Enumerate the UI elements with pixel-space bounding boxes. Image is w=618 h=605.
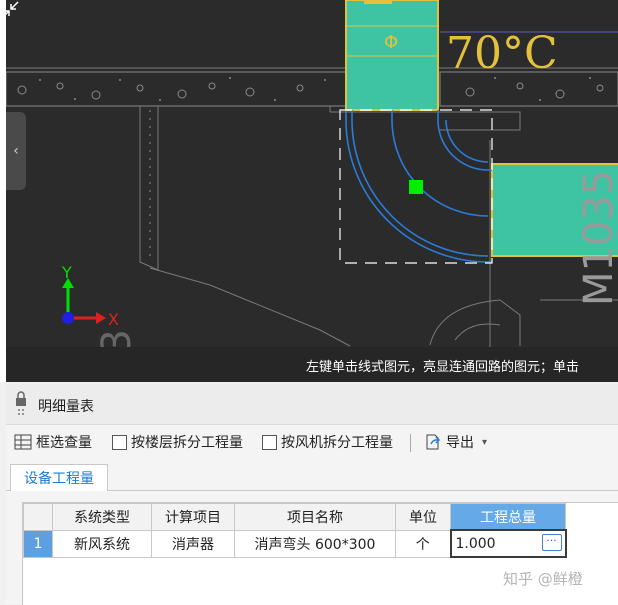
export-icon <box>426 434 441 450</box>
checkbox-box[interactable] <box>112 434 127 450</box>
panel-toolbar: 框选查量 按楼层拆分工程量 按风机拆分工程量 导出 ▾ <box>6 426 618 458</box>
lock-icon[interactable] <box>14 390 28 418</box>
row-number[interactable]: 1 <box>23 529 53 558</box>
drawing[interactable]: 70°C Φ M1035 23 Y X <box>0 0 618 382</box>
total-value[interactable]: 1.000 <box>456 536 496 552</box>
header-system-type[interactable]: 系统类型 <box>52 503 152 531</box>
box-select-button[interactable]: 框选查量 <box>14 432 92 452</box>
checkbox-box[interactable] <box>262 434 277 450</box>
tab-equipment-quantity[interactable]: 设备工程量 <box>10 464 108 491</box>
collapse-panel-button[interactable]: ‹ <box>6 112 26 190</box>
chevron-left-icon: ‹ <box>13 143 19 159</box>
panel-title: 明细量表 <box>38 399 94 415</box>
cell-calc-item[interactable]: 消声器 <box>151 529 235 558</box>
dimension-text: M1035 <box>576 170 618 306</box>
export-label: 导出 <box>446 435 474 451</box>
header-unit[interactable]: 单位 <box>395 503 451 531</box>
cell-unit[interactable]: 个 <box>395 529 451 558</box>
split-by-fan-checkbox[interactable]: 按风机拆分工程量 <box>262 432 393 452</box>
watermark: 知乎 @鲜橙 <box>503 570 583 588</box>
grip-handle[interactable] <box>409 180 423 194</box>
temperature-label: 70°C <box>446 28 558 79</box>
header-item-name[interactable]: 项目名称 <box>234 503 396 531</box>
quantity-grid: 系统类型 计算项目 项目名称 单位 工程总量 1 新风系统 消声器 消声弯头 6… <box>22 502 618 605</box>
export-button[interactable]: 导出 ▾ <box>424 432 487 452</box>
row-number-header <box>23 503 53 531</box>
cell-total-editor[interactable]: 1.000 ··· <box>449 529 567 558</box>
phi-symbol: Φ <box>384 32 398 53</box>
box-select-label: 框选查量 <box>36 435 92 451</box>
quantity-table: 系统类型 计算项目 项目名称 单位 工程总量 1 新风系统 消声器 消声弯头 6… <box>23 503 567 558</box>
split-by-floor-checkbox[interactable]: 按楼层拆分工程量 <box>112 432 243 452</box>
table-header-row: 系统类型 计算项目 项目名称 单位 工程总量 <box>23 503 566 531</box>
cad-canvas[interactable]: 70°C Φ M1035 23 Y X ‹ 左键单击线式图元，亮显连通回路的图元… <box>0 0 618 382</box>
split-by-fan-label: 按风机拆分工程量 <box>281 435 393 451</box>
ellipsis-icon[interactable]: ··· <box>541 534 562 551</box>
toolbar-divider <box>410 434 411 452</box>
left-edge <box>0 0 6 382</box>
cell-system-type[interactable]: 新风系统 <box>52 529 152 558</box>
command-hint-text: 左键单击线式图元，亮显连通回路的图元；单击 <box>306 360 580 375</box>
split-by-floor-label: 按楼层拆分工程量 <box>131 435 243 451</box>
table-grid-icon <box>14 434 32 450</box>
ucs-axis-icon: Y X <box>61 263 119 329</box>
header-total[interactable]: 工程总量 <box>450 503 566 531</box>
cell-item-name[interactable]: 消声弯头 600*300 <box>234 529 396 558</box>
quantity-panel: 明细量表 框选查量 按楼层拆分工程量 按风机拆分工程量 导出 ▾ 设备工程量 系… <box>6 384 618 605</box>
axis-y-label: Y <box>61 263 72 282</box>
table-row[interactable]: 1 新风系统 消声器 消声弯头 600*300 个 1.000 ··· <box>23 529 567 558</box>
chevron-down-icon[interactable]: ▾ <box>482 437 487 448</box>
header-calc-item[interactable]: 计算项目 <box>151 503 235 531</box>
tab-bar: 设备工程量 <box>6 462 618 491</box>
panel-header: 明细量表 <box>6 384 618 425</box>
axis-x-label: X <box>108 310 119 329</box>
shrink-arrows-icon <box>1 1 19 19</box>
